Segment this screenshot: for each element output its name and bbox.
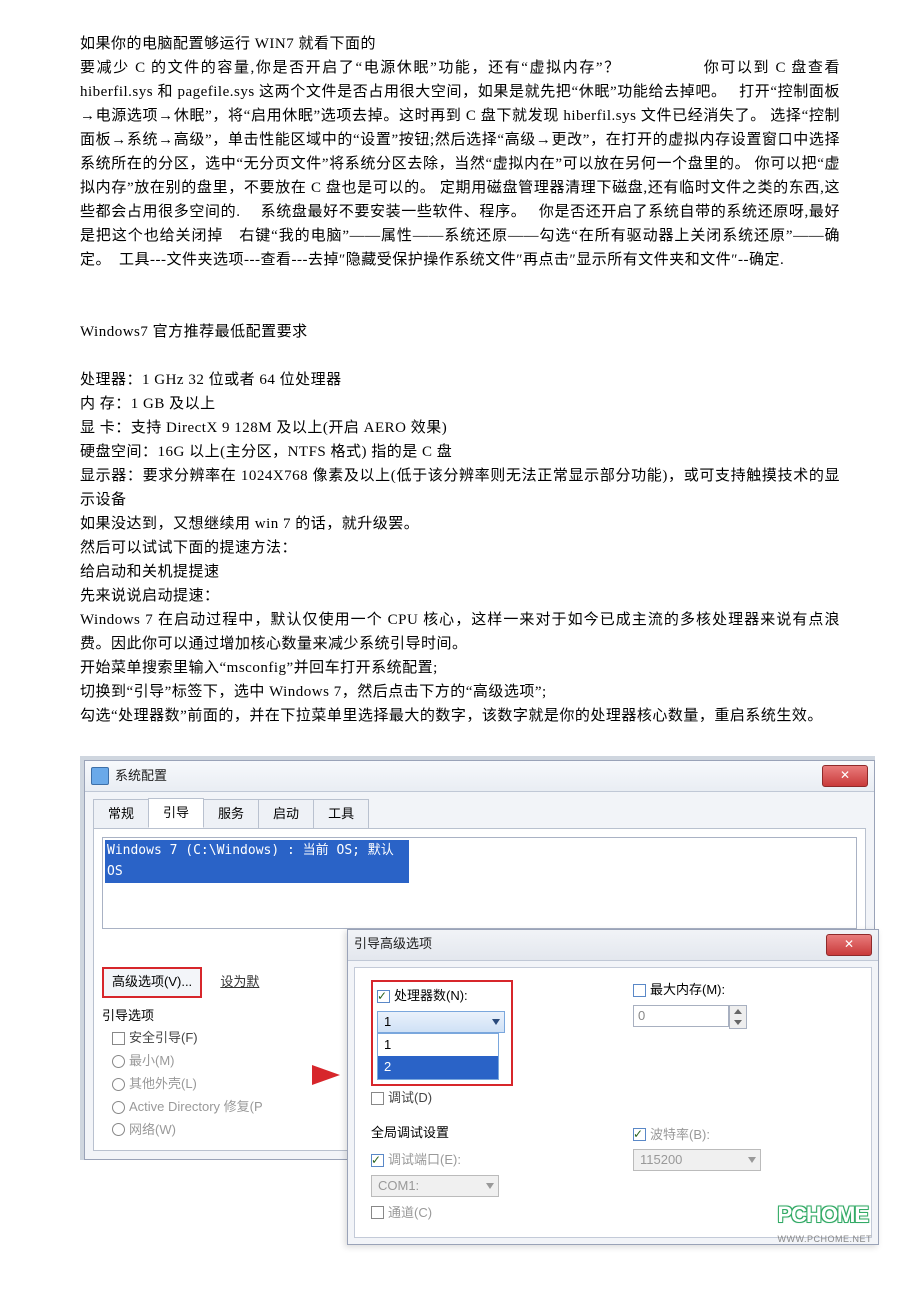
- paragraph-intro: 如果你的电脑配置够运行 WIN7 就看下面的: [80, 32, 840, 56]
- req-disk: 硬盘空间：16G 以上(主分区，NTFS 格式) 指的是 C 盘: [80, 440, 840, 464]
- close-button[interactable]: ✕: [822, 765, 868, 787]
- window-title: 系统配置: [115, 766, 167, 787]
- baud-value: 115200: [640, 1152, 682, 1167]
- max-memory-spinner[interactable]: [729, 1005, 747, 1029]
- child-close-button[interactable]: ✕: [826, 934, 872, 956]
- max-memory-label: 最大内存(M):: [650, 980, 725, 1001]
- set-default-link[interactable]: 设为默: [220, 972, 259, 993]
- processor-count-label: 处理器数(N):: [394, 986, 468, 1007]
- processor-count-checkbox[interactable]: 处理器数(N):: [377, 986, 505, 1007]
- debug-port-checkbox: 调试端口(E):: [371, 1150, 593, 1171]
- processor-count-highlight: 处理器数(N): 1 1 2: [371, 980, 513, 1086]
- advanced-boot-dialog: 引导高级选项 ✕ 处理器数(N): 1 1 2: [347, 929, 879, 1246]
- safe-boot-shell-label: 其他外壳(L): [129, 1074, 197, 1095]
- tab-body: Windows 7 (C:\Windows) : 当前 OS; 默认 OS 高级…: [93, 828, 866, 1152]
- debug-label: 调试(D): [388, 1088, 432, 1109]
- debug-port-label: 调试端口(E):: [388, 1150, 461, 1171]
- processor-count-value: 1: [384, 1014, 391, 1029]
- baud-dropdown: 115200: [633, 1149, 761, 1171]
- tab-services[interactable]: 服务: [203, 799, 259, 828]
- advanced-options-button[interactable]: 高级选项(V)...: [102, 967, 202, 998]
- req-gpu: 显 卡：支持 DirectX 9 128M 及以上(开启 AERO 效果): [80, 416, 840, 440]
- step-msconfig: 开始菜单搜索里输入“msconfig”并回车打开系统配置;: [80, 656, 840, 680]
- boot-entry-selected[interactable]: Windows 7 (C:\Windows) : 当前 OS; 默认 OS: [105, 840, 409, 884]
- heading-requirements: Windows7 官方推荐最低配置要求: [80, 320, 840, 344]
- child-titlebar: 引导高级选项 ✕: [348, 930, 878, 961]
- req-ram: 内 存：1 GB 及以上: [80, 392, 840, 416]
- speedup-explain: Windows 7 在启动过程中，默认仅使用一个 CPU 核心，这样一来对于如今…: [80, 608, 840, 656]
- chevron-down-icon: [492, 1019, 500, 1025]
- child-window-title: 引导高级选项: [354, 934, 432, 955]
- step-boot-tab: 切换到“引导”标签下，选中 Windows 7，然后点击下方的“高级选项”;: [80, 680, 840, 704]
- safe-boot-net-label: 网络(W): [129, 1120, 176, 1141]
- processor-count-dropdown[interactable]: 1: [377, 1011, 505, 1033]
- debug-port-dropdown: COM1:: [371, 1175, 499, 1197]
- tab-boot[interactable]: 引导: [148, 798, 204, 828]
- boot-list[interactable]: Windows 7 (C:\Windows) : 当前 OS; 默认 OS: [102, 837, 857, 929]
- callout-arrow-icon: [312, 1065, 340, 1085]
- paragraph-cdrive: 要减少 C 的文件的容量,你是否开启了“电源休眠”功能，还有“虚拟内存”？ 你可…: [80, 56, 840, 272]
- baud-checkbox: 波特率(B):: [633, 1125, 855, 1146]
- embedded-screenshot: 系统配置 ✕ 常规 引导 服务 启动 工具 Windows 7 (C:\Wind…: [80, 756, 875, 1160]
- msconfig-window: 系统配置 ✕ 常规 引导 服务 启动 工具 Windows 7 (C:\Wind…: [84, 760, 875, 1160]
- tab-general[interactable]: 常规: [93, 799, 149, 828]
- req-display: 显示器：要求分辨率在 1024X768 像素及以上(低于该分辨率则无法正常显示部…: [80, 464, 840, 512]
- req-upgrade: 如果没达到，又想继续用 win 7 的话，就升级罢。: [80, 512, 840, 536]
- chevron-down-icon: [748, 1157, 756, 1163]
- channel-label: 通道(C): [388, 1203, 432, 1224]
- debug-checkbox[interactable]: 调试(D): [371, 1088, 593, 1109]
- processor-option-1[interactable]: 1: [378, 1034, 498, 1057]
- step-proc-count: 勾选“处理器数”前面的，并在下拉菜单里选择最大的数字，该数字就是你的处理器核心数…: [80, 704, 840, 728]
- safe-boot-ad-label: Active Directory 修复(P: [129, 1097, 263, 1118]
- tab-strip: 常规 引导 服务 启动 工具: [85, 792, 874, 828]
- watermark-url: WWW.PCHOME.NET: [778, 1232, 873, 1246]
- tab-startup[interactable]: 启动: [258, 799, 314, 828]
- speedup-boot-shutdown: 给启动和关机提提速: [80, 560, 840, 584]
- watermark-logo: PCHOME WWW.PCHOME.NET: [778, 1197, 873, 1247]
- processor-option-2[interactable]: 2: [378, 1056, 498, 1079]
- speedup-boot-first: 先来说说启动提速：: [80, 584, 840, 608]
- max-memory-checkbox[interactable]: 最大内存(M):: [633, 980, 855, 1001]
- max-memory-input[interactable]: 0: [633, 1005, 729, 1027]
- speedup-intro: 然后可以试试下面的提速方法：: [80, 536, 840, 560]
- window-icon: [91, 767, 109, 785]
- tab-tools[interactable]: 工具: [313, 799, 369, 828]
- baud-label: 波特率(B):: [650, 1125, 710, 1146]
- chevron-down-icon: [486, 1183, 494, 1189]
- global-debug-title: 全局调试设置: [371, 1123, 593, 1144]
- channel-checkbox: 通道(C): [371, 1203, 593, 1224]
- req-cpu: 处理器：1 GHz 32 位或者 64 位处理器: [80, 368, 840, 392]
- processor-count-options[interactable]: 1 2: [377, 1033, 499, 1081]
- safe-boot-min-label: 最小(M): [129, 1051, 175, 1072]
- titlebar: 系统配置 ✕: [85, 761, 874, 792]
- safe-boot-label: 安全引导(F): [129, 1028, 198, 1049]
- debug-port-value: COM1:: [378, 1178, 419, 1193]
- watermark-text: PCHOME: [778, 1202, 869, 1227]
